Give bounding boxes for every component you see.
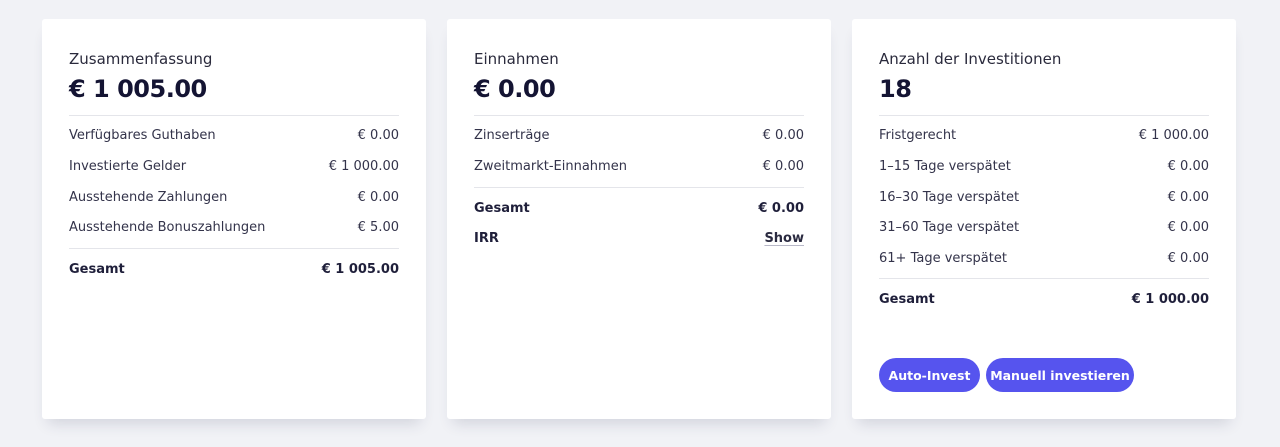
divider bbox=[474, 115, 804, 116]
irr-label: IRR bbox=[474, 230, 499, 246]
total-row: Gesamt € 0.00 bbox=[474, 199, 804, 217]
card-title: Anzahl der Investitionen bbox=[879, 50, 1062, 68]
row-value: € 0.00 bbox=[762, 127, 804, 143]
divider bbox=[474, 187, 804, 188]
income-card: Einnahmen € 0.00 Zinserträge € 0.00 Zwei… bbox=[447, 19, 831, 419]
total-row: Gesamt € 1 005.00 bbox=[69, 260, 399, 278]
row-value: € 0.00 bbox=[1167, 189, 1209, 205]
card-title: Einnahmen bbox=[474, 50, 559, 68]
investment-count: 18 bbox=[879, 75, 912, 103]
row-label: Verfügbares Guthaben bbox=[69, 127, 216, 143]
row-label: 1–15 Tage verspätet bbox=[879, 158, 1011, 174]
row-value: € 0.00 bbox=[357, 189, 399, 205]
list-item: Investierte Gelder € 1 000.00 bbox=[69, 157, 399, 175]
irr-row: IRR Show bbox=[474, 229, 804, 247]
row-value: € 0.00 bbox=[1167, 219, 1209, 235]
total-amount: € 1 005.00 bbox=[69, 75, 207, 103]
row-label: 61+ Tage verspätet bbox=[879, 250, 1007, 266]
row-label: Ausstehende Zahlungen bbox=[69, 189, 228, 205]
row-value: € 0.00 bbox=[762, 158, 804, 174]
row-label: Investierte Gelder bbox=[69, 158, 187, 174]
divider bbox=[879, 278, 1209, 279]
divider bbox=[69, 115, 399, 116]
divider bbox=[69, 248, 399, 249]
list-item: 61+ Tage verspätet € 0.00 bbox=[879, 249, 1209, 267]
row-label: Zinserträge bbox=[474, 127, 550, 143]
card-title: Zusammenfassung bbox=[69, 50, 213, 68]
row-value: € 1 000.00 bbox=[1138, 127, 1209, 143]
row-label: 31–60 Tage verspätet bbox=[879, 219, 1020, 235]
investments-card: Anzahl der Investitionen 18 Fristgerecht… bbox=[852, 19, 1236, 419]
total-value: € 0.00 bbox=[758, 200, 804, 216]
total-amount: € 0.00 bbox=[474, 75, 556, 103]
list-item: Zweitmarkt-Einnahmen € 0.00 bbox=[474, 157, 804, 175]
list-item: Zinserträge € 0.00 bbox=[474, 126, 804, 144]
row-label: 16–30 Tage verspätet bbox=[879, 189, 1020, 205]
row-value: € 5.00 bbox=[357, 219, 399, 235]
row-label: Ausstehende Bonuszahlungen bbox=[69, 219, 266, 235]
row-label: Fristgerecht bbox=[879, 127, 957, 143]
total-label: Gesamt bbox=[879, 291, 935, 307]
row-value: € 0.00 bbox=[1167, 158, 1209, 174]
list-item: Verfügbares Guthaben € 0.00 bbox=[69, 126, 399, 144]
list-item: Ausstehende Zahlungen € 0.00 bbox=[69, 188, 399, 206]
row-label: Zweitmarkt-Einnahmen bbox=[474, 158, 627, 174]
list-item: 1–15 Tage verspätet € 0.00 bbox=[879, 157, 1209, 175]
row-value: € 0.00 bbox=[1167, 250, 1209, 266]
total-row: Gesamt € 1 000.00 bbox=[879, 290, 1209, 308]
row-value: € 1 000.00 bbox=[328, 158, 399, 174]
list-item: 31–60 Tage verspätet € 0.00 bbox=[879, 218, 1209, 236]
divider bbox=[879, 115, 1209, 116]
row-value: € 0.00 bbox=[357, 127, 399, 143]
list-item: 16–30 Tage verspätet € 0.00 bbox=[879, 188, 1209, 206]
auto-invest-button[interactable]: Auto-Invest bbox=[879, 358, 980, 392]
list-item: Fristgerecht € 1 000.00 bbox=[879, 126, 1209, 144]
irr-show-link[interactable]: Show bbox=[764, 231, 804, 246]
manual-invest-button[interactable]: Manuell investieren bbox=[986, 358, 1134, 392]
list-item: Ausstehende Bonuszahlungen € 5.00 bbox=[69, 218, 399, 236]
total-value: € 1 000.00 bbox=[1131, 291, 1209, 307]
total-value: € 1 005.00 bbox=[321, 261, 399, 277]
total-label: Gesamt bbox=[474, 200, 530, 216]
total-label: Gesamt bbox=[69, 261, 125, 277]
summary-card: Zusammenfassung € 1 005.00 Verfügbares G… bbox=[42, 19, 426, 419]
